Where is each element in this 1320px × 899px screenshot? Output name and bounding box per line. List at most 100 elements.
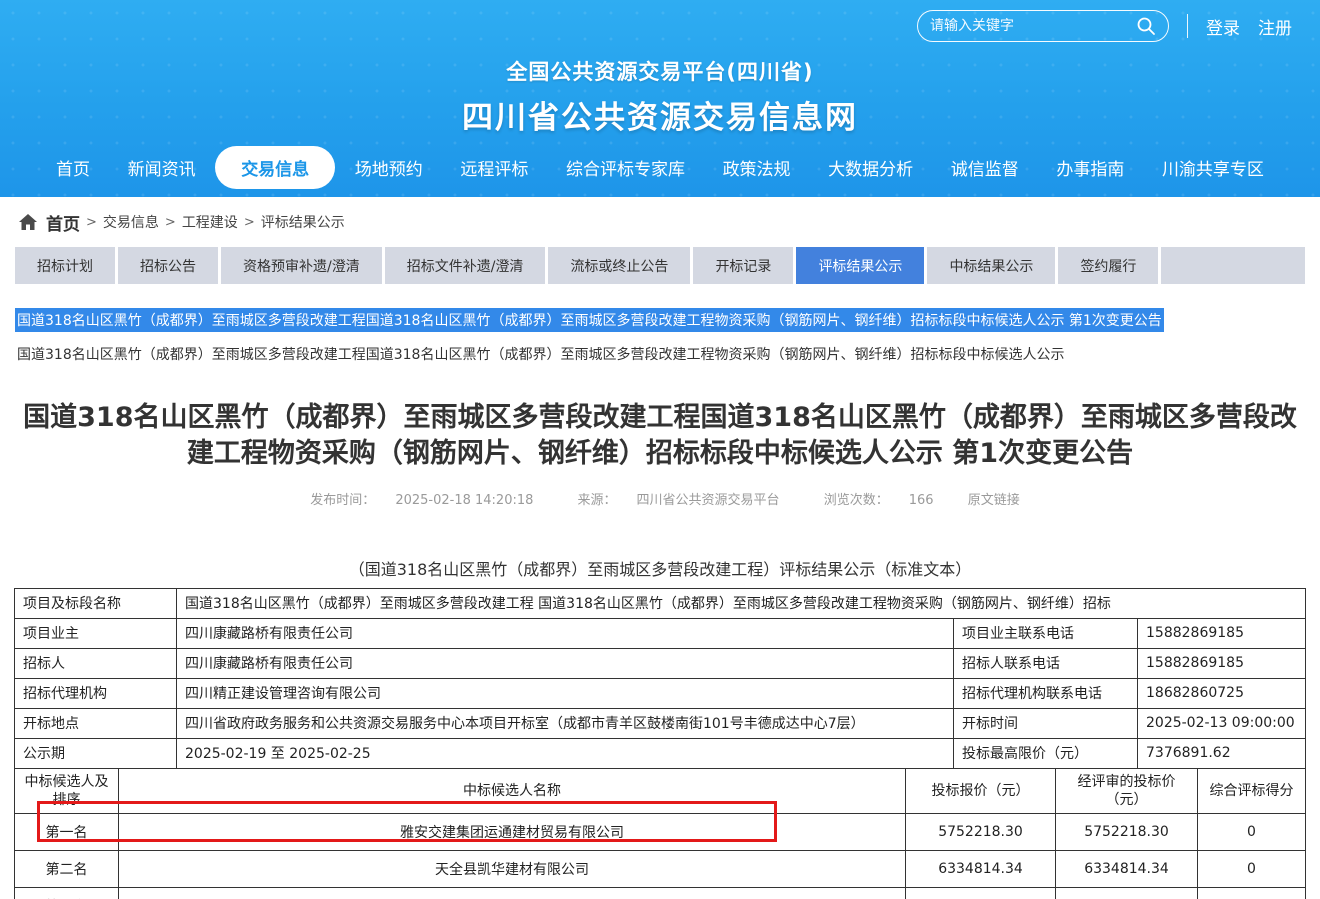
candidate-rank: 第一名 (15, 814, 119, 851)
tab-contract-performance[interactable]: 签约履行 (1058, 247, 1158, 284)
info-value: 2025-02-19 至 2025-02-25 (177, 738, 954, 768)
table-row: 开标地点四川省政府政务服务和公共资源交易服务中心本项目开标室（成都市青羊区鼓楼南… (15, 708, 1306, 738)
breadcrumb-separator: > (165, 215, 176, 230)
info-value: 四川省政府政务服务和公共资源交易服务中心本项目开标室（成都市青羊区鼓楼南街101… (177, 708, 954, 738)
candidates-header-cell: 中标候选人及排序 (15, 768, 119, 813)
nav-item-venue-booking[interactable]: 场地预约 (337, 146, 441, 189)
home-icon (18, 212, 38, 232)
info-label: 开标时间 (954, 708, 1138, 738)
nav-item-expert-pool[interactable]: 综合评标专家库 (548, 146, 703, 189)
breadcrumb-item-evaluation-result[interactable]: 评标结果公示 (261, 212, 345, 232)
site-title: 四川省公共资源交易信息网 (0, 92, 1320, 137)
candidate-reviewed-price (1056, 888, 1198, 899)
candidate-rank: 第二名 (15, 851, 119, 888)
article-title: 国道318名山区黑竹（成都界）至雨城区多营段改建工程国道318名山区黑竹（成都界… (10, 400, 1310, 473)
candidates-header-cell: 综合评标得分 (1198, 768, 1306, 813)
info-label: 招标代理机构联系电话 (954, 678, 1138, 708)
topbar-divider (1187, 14, 1188, 38)
info-label: 投标最高限价（元） (954, 738, 1138, 768)
candidate-price: 6334814.34 (906, 851, 1056, 888)
tab-bid-announcement[interactable]: 招标公告 (118, 247, 218, 284)
candidate-row: 第一名雅安交建集团运通建材贸易有限公司5752218.305752218.300 (15, 814, 1306, 851)
candidate-price: 5752218.30 (906, 814, 1056, 851)
register-link[interactable]: 注册 (1258, 14, 1292, 39)
nav-item-integrity[interactable]: 诚信监督 (933, 146, 1037, 189)
search-icon[interactable] (1136, 16, 1156, 36)
main-nav: 首页新闻资讯交易信息场地预约远程评标综合评标专家库政策法规大数据分析诚信监督办事… (0, 146, 1320, 189)
nav-item-policies[interactable]: 政策法规 (705, 146, 809, 189)
nav-item-trade-info[interactable]: 交易信息 (215, 146, 335, 189)
info-value: 四川康藏路桥有限责任公司 (177, 648, 954, 678)
publish-time: 发布时间：2025-02-18 14:20:18 (300, 493, 543, 508)
project-info-table: 项目及标段名称国道318名山区黑竹（成都界）至雨城区多营段改建工程 国道318名… (14, 588, 1306, 769)
topbar: 登录 注册 (917, 10, 1292, 42)
nav-item-remote-evaluation[interactable]: 远程评标 (442, 146, 546, 189)
info-label: 项目业主联系电话 (954, 618, 1138, 648)
tab-prequalification-supplement[interactable]: 资格预审补遗/澄清 (221, 247, 382, 284)
table-row: 招标代理机构四川精正建设管理咨询有限公司招标代理机构联系电话1868286072… (15, 678, 1306, 708)
nav-item-news[interactable]: 新闻资讯 (110, 146, 214, 189)
candidates-header-cell: 经评审的投标价（元） (1056, 768, 1198, 813)
info-label: 开标地点 (15, 708, 177, 738)
candidate-name: 雅安交建集团运通建材贸易有限公司 (119, 814, 906, 851)
breadcrumb-item-construction[interactable]: 工程建设 (182, 212, 238, 232)
tab-bid-doc-supplement[interactable]: 招标文件补遗/澄清 (385, 247, 546, 284)
info-value: 15882869185 (1138, 618, 1306, 648)
candidates-header-row: 中标候选人及排序中标候选人名称投标报价（元）经评审的投标价（元）综合评标得分 (15, 768, 1306, 813)
candidate-score: 0 (1198, 814, 1306, 851)
candidate-reviewed-price: 5752218.30 (1056, 814, 1198, 851)
breadcrumb: 首页>交易信息>工程建设>评标结果公示 (0, 197, 1320, 247)
nav-item-home[interactable]: 首页 (38, 146, 108, 189)
info-label: 公示期 (15, 738, 177, 768)
login-link[interactable]: 登录 (1206, 14, 1240, 39)
info-value: 18682860725 (1138, 678, 1306, 708)
candidate-score: 0 (1198, 851, 1306, 888)
candidate-reviewed-price: 6334814.34 (1056, 851, 1198, 888)
candidate-row: 第二名天全县凯华建材有限公司6334814.346334814.340 (15, 851, 1306, 888)
candidates-header-cell: 中标候选人名称 (119, 768, 906, 813)
announcement-list: 国道318名山区黑竹（成都界）至雨城区多营段改建工程国道318名山区黑竹（成都界… (0, 284, 1320, 366)
info-value: 四川康藏路桥有限责任公司 (177, 618, 954, 648)
tab-bar: 招标计划招标公告资格预审补遗/澄清招标文件补遗/澄清流标或终止公告开标记录评标结… (0, 247, 1320, 284)
info-label: 招标代理机构 (15, 678, 177, 708)
info-value: 四川精正建设管理咨询有限公司 (177, 678, 954, 708)
tab-termination-announcement[interactable]: 流标或终止公告 (548, 247, 690, 284)
search-input[interactable] (930, 18, 1136, 34)
nav-item-big-data[interactable]: 大数据分析 (810, 146, 931, 189)
tab-evaluation-result[interactable]: 评标结果公示 (796, 247, 924, 284)
candidate-name: 天全县凯华建材有限公司 (119, 851, 906, 888)
candidates-header-cell: 投标报价（元） (906, 768, 1056, 813)
tab-bid-plan[interactable]: 招标计划 (15, 247, 115, 284)
info-label: 项目及标段名称 (15, 588, 177, 618)
nav-item-guide[interactable]: 办事指南 (1038, 146, 1142, 189)
original-link[interactable]: 原文链接 (968, 493, 1020, 508)
page: 登录 注册 全国公共资源交易平台(四川省) 四川省公共资源交易信息网 首页新闻资… (0, 0, 1320, 899)
breadcrumb-item-home[interactable]: 首页 (46, 210, 80, 235)
announcement-link[interactable]: 国道318名山区黑竹（成都界）至雨城区多营段改建工程国道318名山区黑竹（成都界… (15, 342, 1305, 366)
source: 来源：四川省公共资源交易平台 (568, 493, 790, 508)
info-label: 项目业主 (15, 618, 177, 648)
info-label: 招标人 (15, 648, 177, 678)
info-value: 2025-02-13 09:00:00 (1138, 708, 1306, 738)
tab-award-result[interactable]: 中标结果公示 (927, 247, 1055, 284)
candidate-name (119, 888, 906, 899)
candidates-table: 中标候选人及排序中标候选人名称投标报价（元）经评审的投标价（元）综合评标得分第一… (14, 768, 1306, 899)
nav-item-chuanyu-zone[interactable]: 川渝共享专区 (1144, 146, 1282, 189)
breadcrumb-item-trade-info[interactable]: 交易信息 (103, 212, 159, 232)
table-row: 公示期2025-02-19 至 2025-02-25投标最高限价（元）73768… (15, 738, 1306, 768)
candidate-rank: 第三名 (15, 888, 119, 899)
candidate-price (906, 888, 1056, 899)
table-row: 招标人四川康藏路桥有限责任公司招标人联系电话15882869185 (15, 648, 1306, 678)
article-meta: 发布时间：2025-02-18 14:20:18 来源：四川省公共资源交易平台 … (0, 489, 1320, 508)
candidate-score (1198, 888, 1306, 899)
site-header: 登录 注册 全国公共资源交易平台(四川省) 四川省公共资源交易信息网 首页新闻资… (0, 0, 1320, 197)
info-value: 7376891.62 (1138, 738, 1306, 768)
table-row: 项目业主四川康藏路桥有限责任公司项目业主联系电话15882869185 (15, 618, 1306, 648)
candidate-row: 第三名 (15, 888, 1306, 899)
search-box[interactable] (917, 10, 1169, 42)
announcement-link-selected[interactable]: 国道318名山区黑竹（成都界）至雨城区多营段改建工程国道318名山区黑竹（成都界… (15, 308, 1164, 332)
tab-bid-opening-record[interactable]: 开标记录 (693, 247, 793, 284)
info-value: 国道318名山区黑竹（成都界）至雨城区多营段改建工程 国道318名山区黑竹（成都… (177, 588, 1306, 618)
result-table-caption: （国道318名山区黑竹（成都界）至雨城区多营段改建工程）评标结果公示（标准文本） (0, 556, 1320, 580)
table-row: 项目及标段名称国道318名山区黑竹（成都界）至雨城区多营段改建工程 国道318名… (15, 588, 1306, 618)
